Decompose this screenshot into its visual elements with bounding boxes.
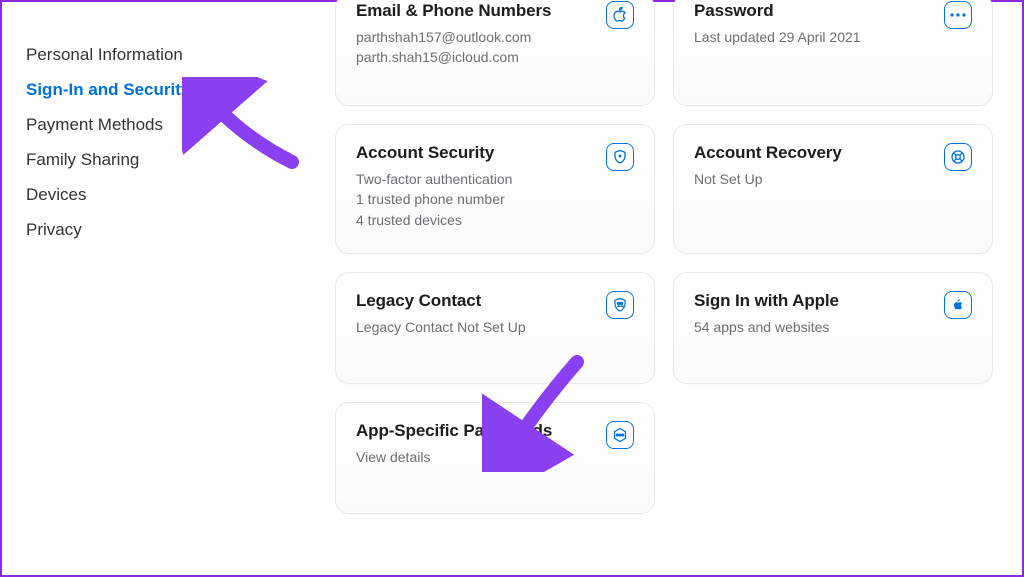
card-title: Legacy Contact xyxy=(356,291,526,311)
card-line: Two-factor authentication xyxy=(356,169,512,189)
apple-icon xyxy=(606,1,634,29)
sidebar-item-devices[interactable]: Devices xyxy=(26,178,307,213)
card-body: Not Set Up xyxy=(694,169,842,189)
main-content: Email & Phone Numbers parthshah157@outlo… xyxy=(307,2,1022,575)
card-title: Password xyxy=(694,1,861,21)
card-line: 54 apps and websites xyxy=(694,317,839,337)
card-email-phone-numbers[interactable]: Email & Phone Numbers parthshah157@outlo… xyxy=(335,0,655,106)
card-body: Last updated 29 April 2021 xyxy=(694,27,861,47)
dots-hex-icon xyxy=(606,421,634,449)
card-sign-in-with-apple[interactable]: Sign In with Apple 54 apps and websites xyxy=(673,272,993,384)
card-account-security[interactable]: Account Security Two-factor authenticati… xyxy=(335,124,655,254)
card-body: parthshah157@outlook.com parth.shah15@ic… xyxy=(356,27,551,68)
shield-icon xyxy=(606,143,634,171)
card-title: Account Recovery xyxy=(694,143,842,163)
card-title: Email & Phone Numbers xyxy=(356,1,551,21)
apple-square-icon xyxy=(944,291,972,319)
card-line: 4 trusted devices xyxy=(356,210,512,230)
people-shield-icon xyxy=(606,291,634,319)
card-app-specific-passwords[interactable]: App-Specific Passwords View details xyxy=(335,402,655,514)
card-title: Account Security xyxy=(356,143,512,163)
card-line: 1 trusted phone number xyxy=(356,189,512,209)
sidebar: Personal Information Sign-In and Securit… xyxy=(2,2,307,575)
sidebar-item-payment-methods[interactable]: Payment Methods xyxy=(26,108,307,143)
card-line: parth.shah15@icloud.com xyxy=(356,47,551,67)
sidebar-item-personal-information[interactable]: Personal Information xyxy=(26,38,307,73)
card-title: Sign In with Apple xyxy=(694,291,839,311)
card-legacy-contact[interactable]: Legacy Contact Legacy Contact Not Set Up xyxy=(335,272,655,384)
card-title: App-Specific Passwords xyxy=(356,421,552,441)
card-body: Two-factor authentication 1 trusted phon… xyxy=(356,169,512,230)
card-line: Last updated 29 April 2021 xyxy=(694,27,861,47)
sidebar-item-family-sharing[interactable]: Family Sharing xyxy=(26,143,307,178)
lifebuoy-icon xyxy=(944,143,972,171)
sidebar-item-privacy[interactable]: Privacy xyxy=(26,213,307,248)
sidebar-item-sign-in-security[interactable]: Sign-In and Security xyxy=(26,73,307,108)
card-body: View details xyxy=(356,447,552,467)
card-line: View details xyxy=(356,447,552,467)
card-account-recovery[interactable]: Account Recovery Not Set Up xyxy=(673,124,993,254)
card-line: Legacy Contact Not Set Up xyxy=(356,317,526,337)
dots-icon xyxy=(944,1,972,29)
card-body: Legacy Contact Not Set Up xyxy=(356,317,526,337)
card-line: parthshah157@outlook.com xyxy=(356,27,551,47)
card-body: 54 apps and websites xyxy=(694,317,839,337)
card-line: Not Set Up xyxy=(694,169,842,189)
card-password[interactable]: Password Last updated 29 April 2021 xyxy=(673,0,993,106)
